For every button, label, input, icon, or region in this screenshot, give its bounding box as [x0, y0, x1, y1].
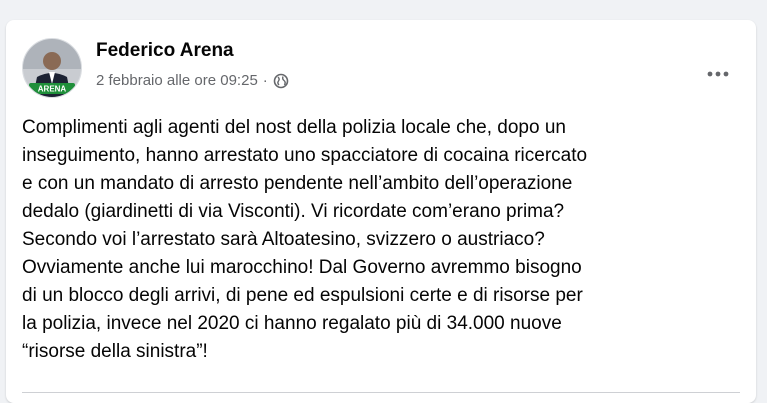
more-options-icon	[707, 71, 729, 77]
avatar-image: ARENA	[23, 39, 81, 97]
avatar[interactable]: ARENA	[22, 38, 82, 98]
post-header: ARENA Federico Arena 2 febbraio alle ore…	[22, 38, 740, 100]
globe-icon[interactable]	[273, 73, 289, 89]
post-timestamp[interactable]: 2 febbraio alle ore 09:25	[96, 72, 258, 89]
author-name[interactable]: Federico Arena	[96, 40, 234, 62]
post-text: Complimenti agli agenti del nost della p…	[22, 117, 588, 362]
more-options-button[interactable]	[700, 64, 736, 84]
post-meta: 2 febbraio alle ore 09:25 ·	[96, 72, 289, 89]
avatar-badge-text: ARENA	[38, 85, 67, 94]
post-card: ARENA Federico Arena 2 febbraio alle ore…	[6, 20, 756, 403]
post-divider	[22, 392, 740, 393]
meta-separator: ·	[262, 72, 268, 89]
